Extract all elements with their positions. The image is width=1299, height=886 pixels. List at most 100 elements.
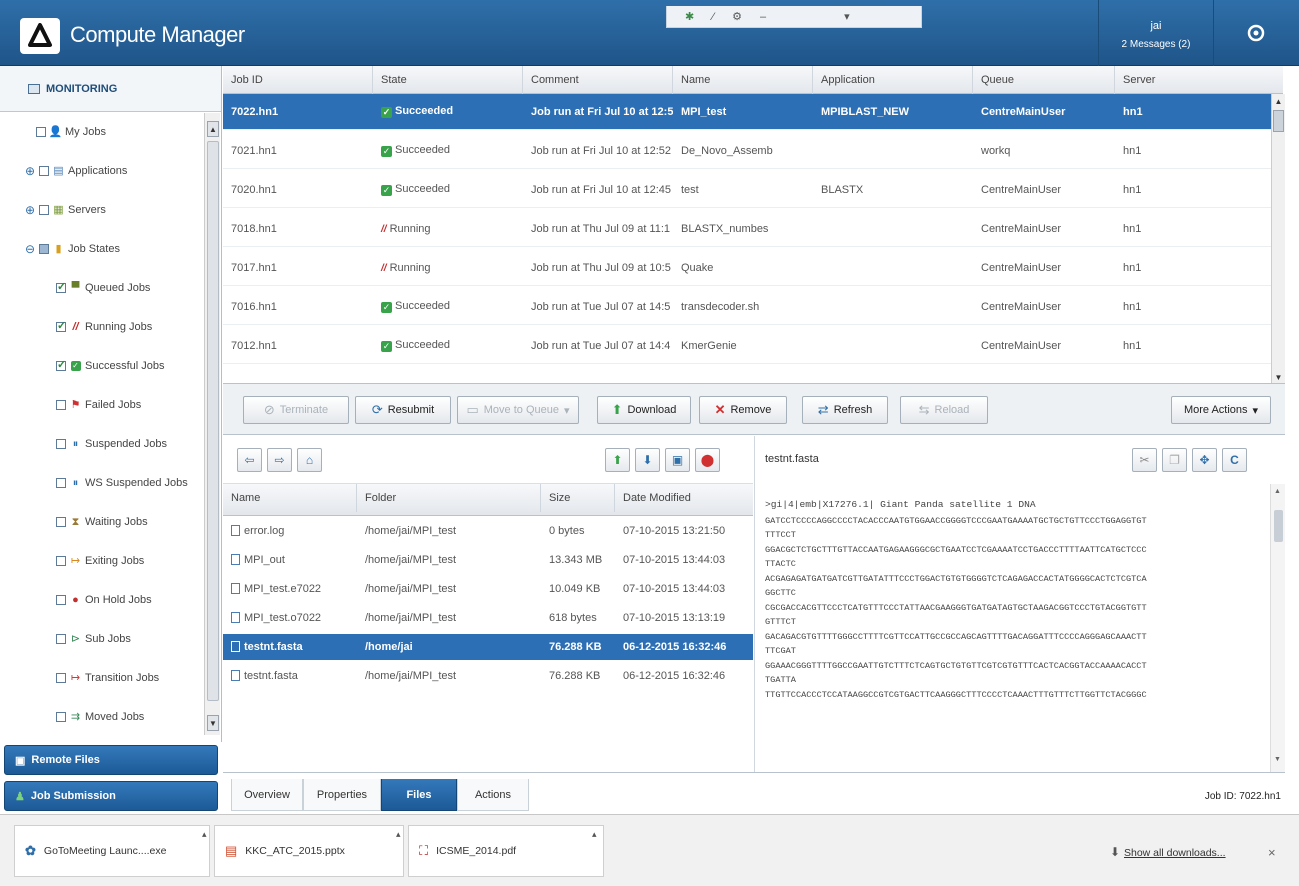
open-file-icon[interactable]: ▣ [665,448,690,472]
scroll-thumb[interactable] [1274,510,1283,542]
sidebar-scrollbar[interactable]: ▲ ▼ [204,113,220,735]
messages-link[interactable]: 2 Messages (2) [1099,39,1213,50]
download-menu-icon[interactable]: ▴ [592,829,597,840]
column-header[interactable]: Server [1115,66,1283,94]
checkbox[interactable] [56,556,66,566]
column-header[interactable]: Application [813,66,973,94]
column-header[interactable]: Queue [973,66,1115,94]
copy-icon[interactable]: ❐ [1162,448,1187,472]
jobs-scrollbar[interactable]: ▲ ▼ [1271,94,1285,386]
tree-item-suspended-jobs[interactable]: ⏸ Suspended Jobs [56,433,167,455]
tree-item-ws-suspended-jobs[interactable]: ⏸ WS Suspended Jobs [56,472,188,494]
file-row[interactable]: testnt.fasta/home/jai/MPI_test 76.288 KB 0… [223,663,753,689]
pin-icon[interactable]: ✱ [685,10,694,23]
checkbox[interactable] [56,517,66,527]
file-row[interactable]: testnt.fasta/home/jai 76.288 KB 06-12-2015… [223,634,753,660]
move-icon[interactable]: ✥ [1192,448,1217,472]
checkbox[interactable] [56,712,66,722]
expand-icon[interactable]: ⊕ [24,164,36,178]
job-row[interactable]: 7022.hn1 ✓ Succeeded Job run at Fri Jul 10 … [223,94,1275,130]
checkbox[interactable] [56,319,66,332]
checkbox[interactable] [56,439,66,449]
scroll-up-icon[interactable]: ▲ [207,121,219,137]
job-row[interactable]: 7016.hn1 ✓ Succeeded Job run at Tue Jul 07 … [223,289,1275,325]
dropdown-icon[interactable]: ▾ [844,10,850,23]
download-item[interactable]: ⛶ ICSME_2014.pdf [408,825,604,877]
tab-actions[interactable]: Actions [457,779,529,811]
column-header[interactable]: State [373,66,523,94]
tree-item-running-jobs[interactable]: // Running Jobs [56,316,152,338]
delete-file-icon[interactable]: ⬤ [695,448,720,472]
job-row[interactable]: 7017.hn1 //Running Job run at Thu Jul 09 a… [223,250,1275,286]
dash-icon[interactable]: ‒ [760,11,766,23]
preview-scrollbar[interactable]: ▲ ▼ [1270,484,1285,772]
download-menu-icon[interactable]: ▴ [202,829,207,840]
file-row[interactable]: MPI_test.o7022/home/jai/MPI_test 618 byte… [223,605,753,631]
refresh-button[interactable]: ⇄ Refresh [802,396,888,424]
checkbox[interactable] [56,478,66,488]
brush-icon[interactable]: ⁄ [712,11,714,23]
preview-content[interactable]: >gi|4|emb|X17276.1| Giant Panda satellit… [754,484,1270,772]
scroll-thumb[interactable] [1273,110,1284,132]
resubmit-button[interactable]: ⟳ Resubmit [355,396,451,424]
remote-files-button[interactable]: ▣ Remote Files [4,745,218,775]
remove-button[interactable]: ✕ Remove [699,396,787,424]
reload-button[interactable]: ⇆ Reload [900,396,988,424]
monitoring-header[interactable]: MONITORING [0,66,221,112]
tree-item-my-jobs[interactable]: 👤 My Jobs [36,121,106,143]
tools-icon[interactable]: ⚙ [732,10,742,23]
more-actions-button[interactable]: More Actions ▾ [1171,396,1271,424]
cut-icon[interactable]: ✂ [1132,448,1157,472]
tree-item-servers[interactable]: ⊕ ▦ Servers [24,199,106,221]
file-row[interactable]: MPI_test.e7022/home/jai/MPI_test 10.049 K… [223,576,753,602]
tree-item-queued-jobs[interactable]: ▀ Queued Jobs [56,277,150,299]
column-header[interactable]: Name [223,484,357,512]
file-row[interactable]: error.log/home/jai/MPI_test 0 bytes 07-10-… [223,518,753,544]
scroll-down-icon[interactable]: ▼ [1273,370,1284,384]
back-icon[interactable]: ⇦ [237,448,262,472]
tree-item-applications[interactable]: ⊕ ▤ Applications [24,160,127,182]
job-row[interactable]: 7021.hn1 ✓ Succeeded Job run at Fri Jul 10 … [223,133,1275,169]
checkbox[interactable] [39,244,49,254]
checkbox[interactable] [56,358,66,371]
download-button[interactable]: ⬆ Download [597,396,691,424]
scroll-up-icon[interactable]: ▲ [1274,488,1281,495]
show-all-downloads-link[interactable]: Show all downloads... [1124,847,1226,859]
scroll-thumb[interactable] [207,141,219,701]
refresh-preview-icon[interactable]: C [1222,448,1247,472]
column-header[interactable]: Folder [357,484,541,512]
collapse-icon[interactable]: ⊖ [24,242,36,256]
tab-files[interactable]: Files [381,779,457,811]
job-row[interactable]: 7018.hn1 //Running Job run at Thu Jul 09 a… [223,211,1275,247]
tree-item-waiting-jobs[interactable]: ⧗ Waiting Jobs [56,511,148,533]
column-header[interactable]: Size [541,484,615,512]
user-menu[interactable]: jai 2 Messages (2) [1098,0,1214,66]
checkbox[interactable] [56,595,66,605]
column-header[interactable]: Date Modified [615,484,753,512]
job-row[interactable]: 7020.hn1 ✓ Succeeded Job run at Fri Jul 10 … [223,172,1275,208]
upload-icon[interactable]: ⬆ [605,448,630,472]
move-to-queue-button[interactable]: ▭ Move to Queue ▾ [457,396,579,424]
tree-item-job-states[interactable]: ⊖ ▮ Job States [24,238,120,260]
checkbox[interactable] [39,166,49,176]
expand-icon[interactable]: ⊕ [24,203,36,217]
download-item[interactable]: ✿ GoToMeeting Launc....exe [14,825,210,877]
download-menu-icon[interactable]: ▴ [396,829,401,840]
column-header[interactable]: Job ID [223,66,373,94]
column-header[interactable]: Comment [523,66,673,94]
file-row[interactable]: MPI_out/home/jai/MPI_test 13.343 MB 07-10-… [223,547,753,573]
job-submission-button[interactable]: ♟ Job Submission [4,781,218,811]
tree-item-moved-jobs[interactable]: ⇉ Moved Jobs [56,706,144,728]
download-item[interactable]: ▤ KKC_ATC_2015.pptx [214,825,404,877]
home-icon[interactable]: ⌂ [297,448,322,472]
checkbox[interactable] [36,127,46,137]
scroll-down-icon[interactable]: ▼ [207,715,219,731]
checkbox[interactable] [56,634,66,644]
close-icon[interactable]: × [1268,845,1276,860]
download-file-icon[interactable]: ⬇ [635,448,660,472]
terminate-button[interactable]: ⊘ Terminate [243,396,349,424]
settings-gear-icon[interactable] [1226,14,1286,52]
tree-item-exiting-jobs[interactable]: ↦ Exiting Jobs [56,550,144,572]
tab-overview[interactable]: Overview [231,779,303,811]
scroll-up-icon[interactable]: ▲ [1273,94,1284,108]
